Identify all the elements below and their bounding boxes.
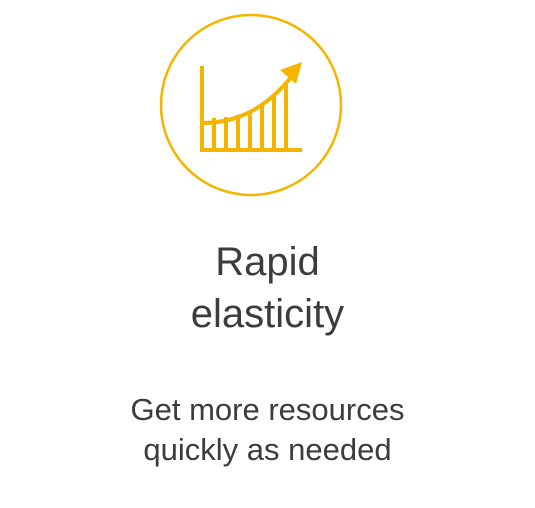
feature-description-line: quickly as needed [143,432,392,467]
feature-title: Rapid elasticity [0,236,535,340]
icon-circle-outline [159,13,343,197]
feature-title-line: Rapid [215,240,320,284]
feature-title-line: elasticity [190,292,345,336]
feature-card: Rapid elasticity Get more resources quic… [0,0,535,508]
feature-description: Get more resources quickly as needed [0,390,535,470]
feature-description-line: Get more resources [130,392,405,427]
growth-chart-icon [158,12,344,198]
